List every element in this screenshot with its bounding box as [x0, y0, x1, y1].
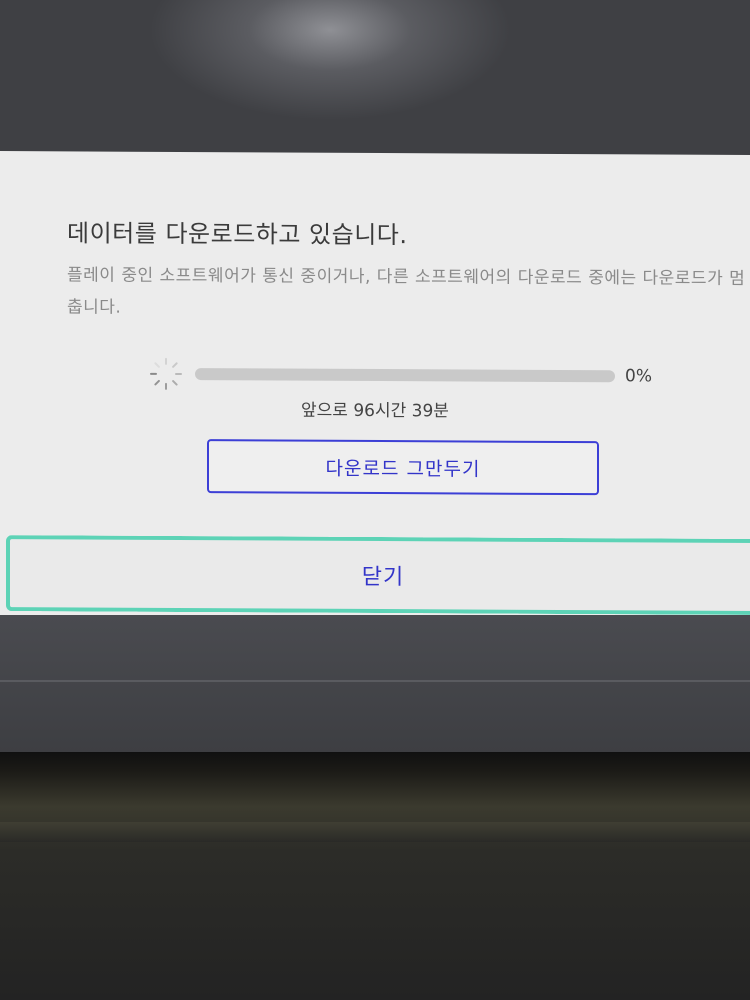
remaining-time: 앞으로 96시간 39분: [301, 400, 449, 422]
device-bezel: [0, 752, 750, 1000]
loading-spinner-icon: [150, 357, 182, 390]
cancel-download-button[interactable]: 다운로드 그만두기: [207, 439, 599, 496]
close-label: 닫기: [361, 564, 405, 591]
progress-percent: 0%: [625, 366, 652, 387]
download-progress-bar: [195, 368, 615, 383]
dialog-title: 데이터를 다운로드하고 있습니다.: [67, 219, 408, 250]
download-dialog: 데이터를 다운로드하고 있습니다. 플레이 중인 소프트웨어가 통신 중이거나,…: [0, 151, 750, 620]
screen-background-top: [0, 0, 750, 160]
dialog-description: 플레이 중인 소프트웨어가 통신 중이거나, 다른 소프트웨어의 다운로드 중에…: [67, 265, 746, 318]
divider: [0, 680, 750, 682]
screen-background-bottom: [0, 615, 750, 755]
cancel-download-label: 다운로드 그만두기: [325, 457, 481, 481]
bezel-edge: [0, 822, 750, 842]
close-button[interactable]: 닫기: [6, 535, 750, 615]
